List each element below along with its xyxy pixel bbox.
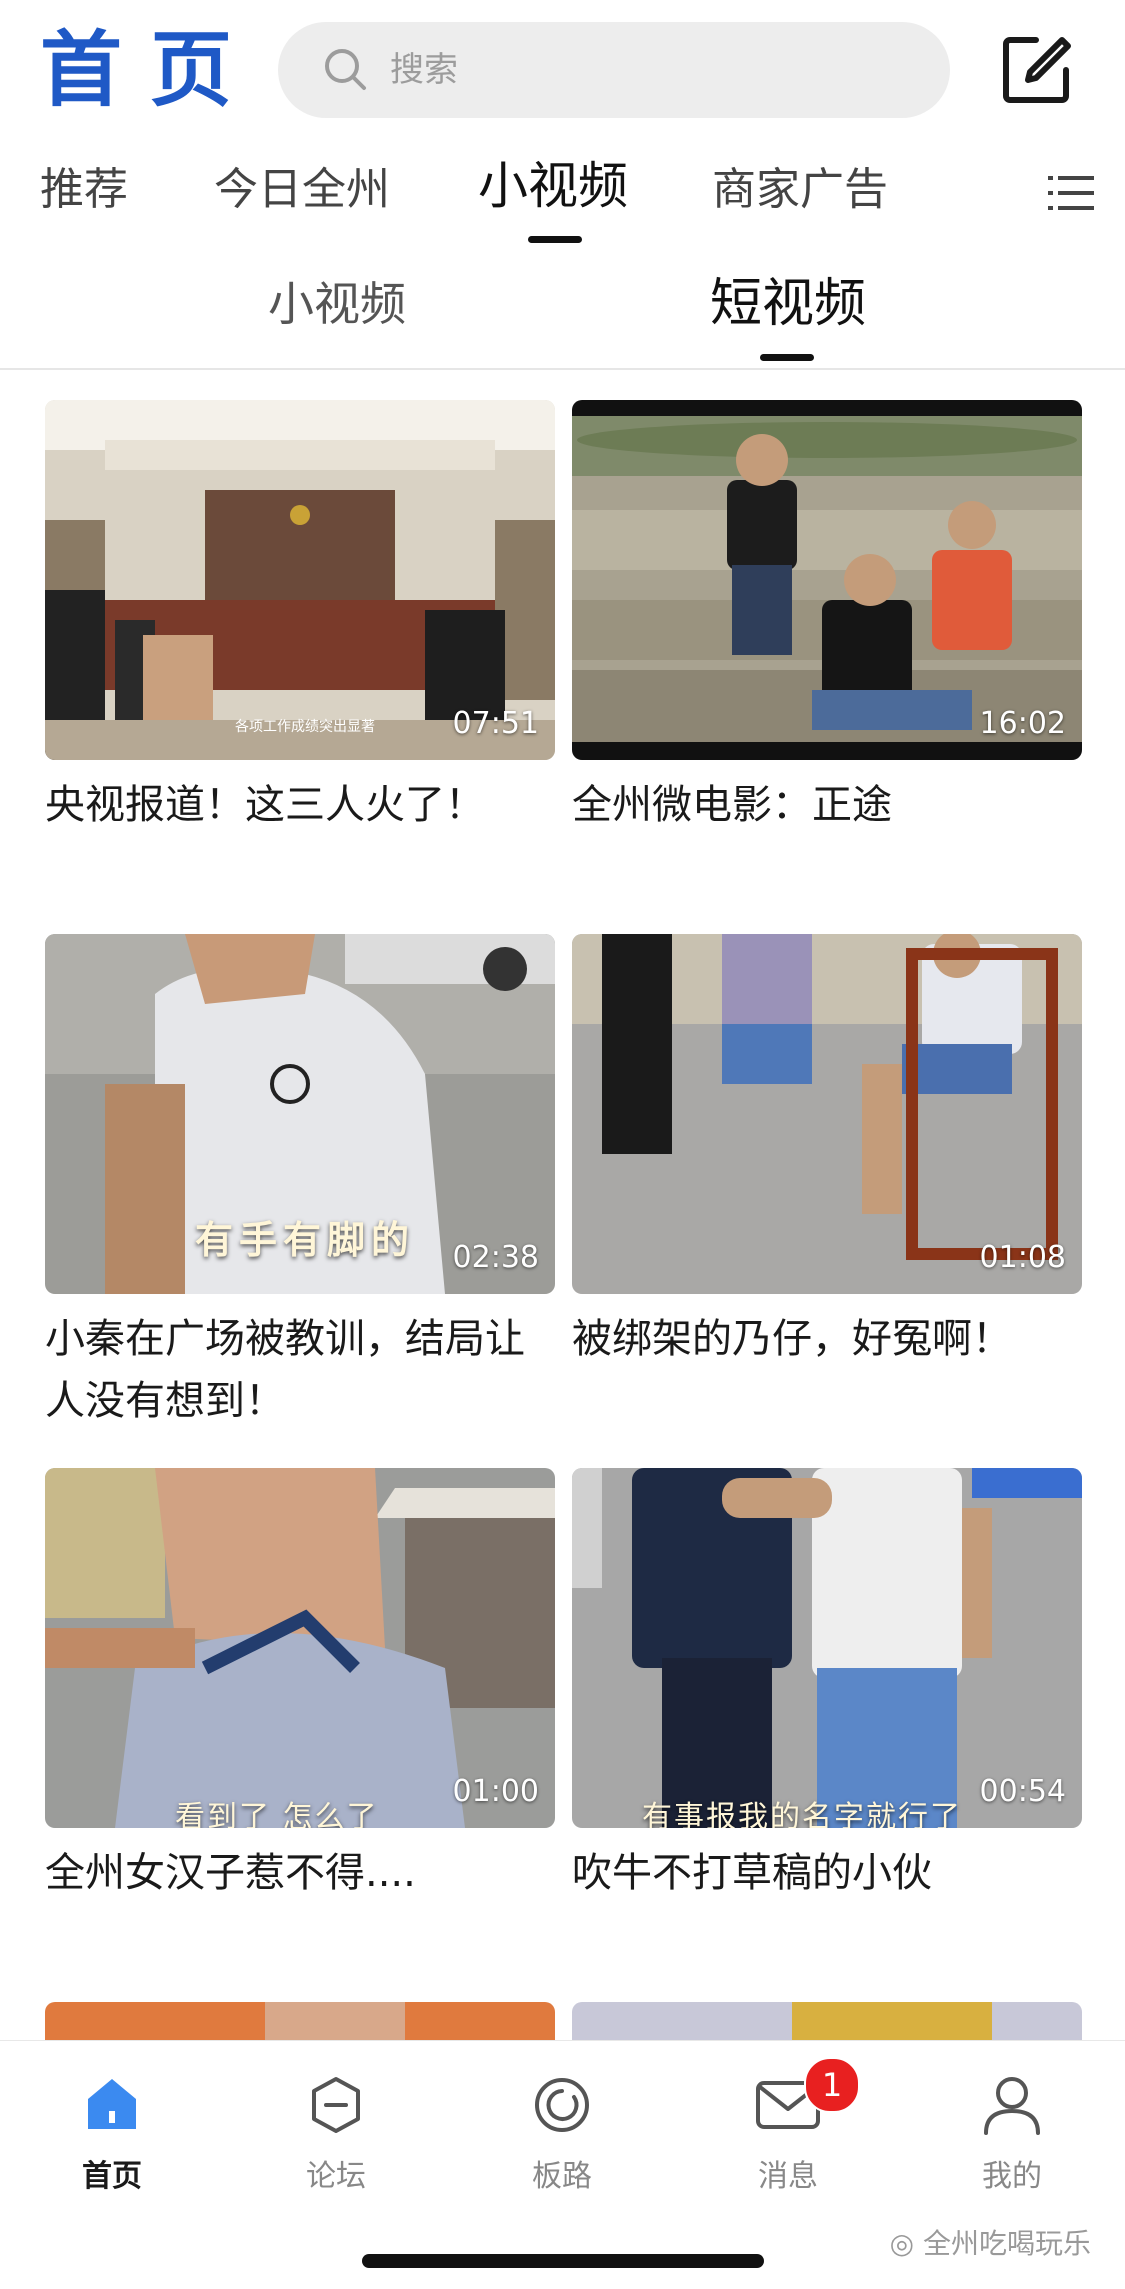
app-page: 首页 搜索 推荐 今日全州 小视频 商家广告 小视频 短视频 各项工作成绩突出显… xyxy=(0,0,1125,2289)
watermark-text: 全州吃喝玩乐 xyxy=(922,2227,1091,2260)
video-duration: 00:54 xyxy=(979,1774,1066,1809)
search-placeholder: 搜索 xyxy=(390,50,458,90)
unread-badge: 1 xyxy=(804,2057,860,2113)
nav-forum[interactable]: 论坛 xyxy=(256,2069,416,2195)
nav-banlu[interactable]: 板路 xyxy=(482,2069,642,2195)
compose-button[interactable] xyxy=(996,30,1076,110)
video-thumbnail[interactable]: 看到了 怎么了 01:00 xyxy=(45,1468,555,1828)
menu-icon[interactable] xyxy=(1048,170,1094,216)
search-input[interactable]: 搜索 xyxy=(278,22,950,118)
edit-icon xyxy=(1003,37,1071,103)
video-title[interactable]: 小秦在广场被教训，结局让人没有想到！ xyxy=(45,1308,555,1432)
page-title: 首页 xyxy=(40,23,261,118)
video-title[interactable]: 吹牛不打草稿的小伙 xyxy=(572,1842,1082,1904)
video-card[interactable]: 有手有脚的 02:38 小秦在广场被教训，结局让人没有想到！ xyxy=(45,934,555,1432)
home-indicator xyxy=(362,2254,764,2268)
video-title[interactable]: 全州女汉子惹不得.... xyxy=(45,1842,555,1904)
home-icon xyxy=(88,2079,136,2129)
sub-tabs: 小视频 短视频 xyxy=(0,260,1125,370)
overlay-caption: 有事报我的名字就行了 xyxy=(642,1800,962,1828)
tab-merchant-ads[interactable]: 商家广告 xyxy=(712,160,888,220)
video-card[interactable]: 16:02 全州微电影：正途 xyxy=(572,400,1082,836)
overlay-caption: 看到了 怎么了 xyxy=(175,1800,379,1828)
forum-icon xyxy=(312,2077,360,2133)
video-card[interactable]: 看到了 怎么了 01:00 全州女汉子惹不得.... xyxy=(45,1468,555,1904)
thumbnail-fragment xyxy=(792,2002,992,2040)
chat-bubble-icon xyxy=(535,2078,589,2132)
video-duration: 16:02 xyxy=(979,706,1066,741)
header: 首页 搜索 xyxy=(0,0,1125,140)
nav-profile[interactable]: 我的 xyxy=(932,2069,1092,2195)
video-thumbnail[interactable]: 各项工作成绩突出显著 07:51 xyxy=(45,400,555,760)
nav-label: 消息 xyxy=(758,2159,818,2194)
active-tab-indicator xyxy=(528,236,582,243)
overlay-caption: 各项工作成绩突出显著 xyxy=(235,719,375,735)
wechat-icon: ◎ xyxy=(889,2227,923,2260)
thumbnail-fragment xyxy=(265,2002,405,2040)
video-title[interactable]: 全州微电影：正途 xyxy=(572,774,1082,836)
video-duration: 07:51 xyxy=(452,706,539,741)
nav-label: 论坛 xyxy=(306,2159,366,2194)
video-title[interactable]: 央视报道！这三人火了！ xyxy=(45,774,555,836)
video-card[interactable]: 01:08 被绑架的乃仔，好冤啊！ xyxy=(572,934,1082,1370)
tab-small-video[interactable]: 小视频 xyxy=(478,156,628,216)
tab-recommend[interactable]: 推荐 xyxy=(40,160,128,220)
video-thumbnail[interactable]: 有事报我的名字就行了 00:54 xyxy=(572,1468,1082,1828)
user-icon xyxy=(984,2077,1040,2135)
video-title[interactable]: 被绑架的乃仔，好冤啊！ xyxy=(572,1308,1082,1370)
video-duration: 01:00 xyxy=(452,1774,539,1809)
video-thumbnail[interactable] xyxy=(572,2002,1082,2040)
nav-label: 我的 xyxy=(982,2159,1042,2194)
subtab-small-video[interactable]: 小视频 xyxy=(268,272,406,336)
tab-today-quanzhou[interactable]: 今日全州 xyxy=(214,160,390,220)
nav-messages[interactable]: 1 消息 xyxy=(708,2057,868,2195)
nav-label: 首页 xyxy=(82,2159,142,2194)
video-duration: 01:08 xyxy=(979,1240,1066,1275)
video-card[interactable]: 有事报我的名字就行了 00:54 吹牛不打草稿的小伙 xyxy=(572,1468,1082,1904)
overlay-caption: 有手有脚的 xyxy=(195,1218,416,1262)
nav-label: 板路 xyxy=(532,2159,592,2194)
active-subtab-indicator xyxy=(760,354,814,361)
search-icon xyxy=(325,49,366,90)
video-thumbnail[interactable] xyxy=(45,2002,555,2040)
video-thumbnail[interactable]: 有手有脚的 02:38 xyxy=(45,934,555,1294)
category-tabs: 推荐 今日全州 小视频 商家广告 xyxy=(0,150,1125,250)
divider xyxy=(0,368,1125,370)
video-duration: 02:38 xyxy=(452,1240,539,1275)
video-thumbnail[interactable]: 16:02 xyxy=(572,400,1082,760)
subtab-short-video[interactable]: 短视频 xyxy=(710,272,866,336)
video-card[interactable]: 各项工作成绩突出显著 07:51 央视报道！这三人火了！ xyxy=(45,400,555,836)
watermark: ◎ 全州吃喝玩乐 xyxy=(890,2222,1091,2262)
nav-home[interactable]: 首页 xyxy=(32,2069,192,2195)
video-thumbnail[interactable]: 01:08 xyxy=(572,934,1082,1294)
